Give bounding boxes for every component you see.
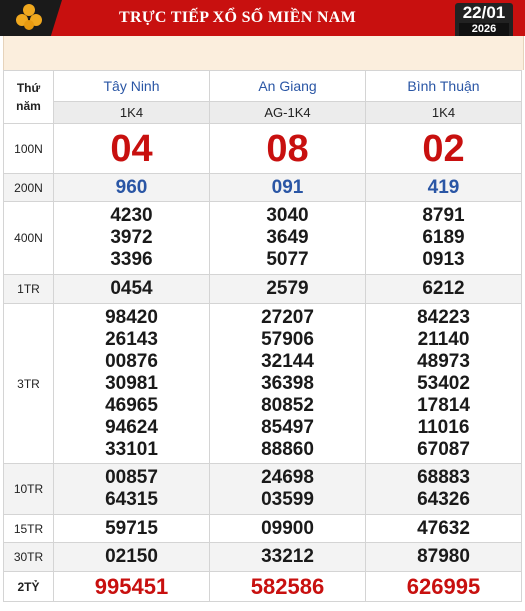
weekday-line1: Thứ <box>16 81 41 95</box>
prize-cell: 00857 64315 <box>53 463 210 515</box>
date-day: 22/01 <box>462 3 506 22</box>
prize-number: 11016 <box>417 416 470 438</box>
prize-label: 10TR <box>3 463 54 515</box>
prize-number: 4230 <box>110 205 153 226</box>
province-name[interactable]: Bình Thuận <box>365 70 522 102</box>
prize-cell: 3040 3649 5077 <box>209 201 366 275</box>
ticket-code: 1K4 <box>53 101 210 124</box>
prize-number: 3649 <box>266 227 309 248</box>
prize-cell: 98420 26143 00876 30981 46965 94624 3310… <box>53 303 210 464</box>
lottery-balls-icon <box>16 4 42 30</box>
prize-number: 04 <box>53 123 210 174</box>
ticket-code: 1K4 <box>365 101 522 124</box>
ticket-code: AG-1K4 <box>209 101 366 124</box>
prize-number: 94624 <box>105 416 158 438</box>
prize-number: 3040 <box>266 205 309 226</box>
prize-label: 1TR <box>3 274 54 304</box>
prize-number: 80852 <box>261 394 314 416</box>
prize-number: 87980 <box>365 542 522 572</box>
prize-cell: 84223 21140 48973 53402 17814 11016 6708… <box>365 303 522 464</box>
logo[interactable] <box>0 0 62 36</box>
prize-label: 3TR <box>3 303 54 464</box>
special-prize-number: 995451 <box>53 571 210 602</box>
prize-number: 33101 <box>105 438 158 460</box>
prize-cell: 68883 64326 <box>365 463 522 515</box>
prize-number: 98420 <box>105 306 158 328</box>
prize-number: 27207 <box>261 306 314 328</box>
prize-label: 30TR <box>3 542 54 572</box>
prize-number: 6189 <box>422 227 465 248</box>
prize-number: 48973 <box>417 350 470 372</box>
prize-number: 00857 <box>105 467 158 488</box>
prize-number: 02150 <box>53 542 210 572</box>
prize-number: 64326 <box>417 489 470 510</box>
prize-number: 85497 <box>261 416 314 438</box>
prize-number: 64315 <box>105 489 158 510</box>
prize-number: 5077 <box>266 249 309 270</box>
prize-label: 15TR <box>3 514 54 543</box>
prize-number: 46965 <box>105 394 158 416</box>
prize-number: 32144 <box>261 350 314 372</box>
prize-number: 6212 <box>365 274 522 304</box>
prize-cell: 4230 3972 3396 <box>53 201 210 275</box>
page-title: TRỰC TIẾP XỔ SỐ MIỀN NAM <box>119 9 356 26</box>
prize-number: 09900 <box>209 514 366 543</box>
prize-label: 200N <box>3 173 54 202</box>
prize-number: 53402 <box>417 372 470 394</box>
prize-number: 3396 <box>110 249 153 270</box>
prize-label: 400N <box>3 201 54 275</box>
province-name[interactable]: Tây Ninh <box>53 70 210 102</box>
prize-number: 08 <box>209 123 366 174</box>
special-prize-number: 582586 <box>209 571 366 602</box>
prize-number: 0913 <box>422 249 465 270</box>
prize-label: 100N <box>3 123 54 174</box>
banner-strip <box>3 36 524 70</box>
date-year: 2026 <box>459 23 509 36</box>
prize-number: 8791 <box>422 205 465 226</box>
prize-number: 36398 <box>261 372 314 394</box>
prize-number: 47632 <box>365 514 522 543</box>
weekday-cell: Thứ năm <box>3 70 54 124</box>
prize-cell: 8791 6189 0913 <box>365 201 522 275</box>
prize-cell: 27207 57906 32144 36398 80852 85497 8886… <box>209 303 366 464</box>
prize-number: 03599 <box>261 489 314 510</box>
prize-label: 2TỶ <box>3 571 54 602</box>
prize-number: 17814 <box>417 394 470 416</box>
prize-number: 88860 <box>261 438 314 460</box>
prize-number: 59715 <box>53 514 210 543</box>
prize-number: 24698 <box>261 467 314 488</box>
prize-number: 84223 <box>417 306 470 328</box>
prize-cell: 24698 03599 <box>209 463 366 515</box>
prize-number: 419 <box>365 173 522 202</box>
special-prize-number: 626995 <box>365 571 522 602</box>
prize-number: 2579 <box>209 274 366 304</box>
prize-number: 960 <box>53 173 210 202</box>
prize-number: 57906 <box>261 328 314 350</box>
province-name[interactable]: An Giang <box>209 70 366 102</box>
prize-number: 0454 <box>53 274 210 304</box>
prize-number: 00876 <box>105 350 158 372</box>
prize-number: 02 <box>365 123 522 174</box>
prize-number: 3972 <box>110 227 153 248</box>
prize-number: 26143 <box>105 328 158 350</box>
prize-number: 33212 <box>209 542 366 572</box>
date-badge: 22/01 2026 <box>455 3 513 36</box>
header-bar: TRỰC TIẾP XỔ SỐ MIỀN NAM 22/01 2026 <box>0 0 525 36</box>
results-table: Thứ năm Tây Ninh An Giang Bình Thuận 1K4… <box>3 70 522 602</box>
prize-number: 21140 <box>417 328 470 350</box>
prize-number: 67087 <box>417 438 470 460</box>
prize-number: 091 <box>209 173 366 202</box>
prize-number: 30981 <box>105 372 158 394</box>
weekday-line2: năm <box>16 99 41 113</box>
prize-number: 68883 <box>417 467 470 488</box>
